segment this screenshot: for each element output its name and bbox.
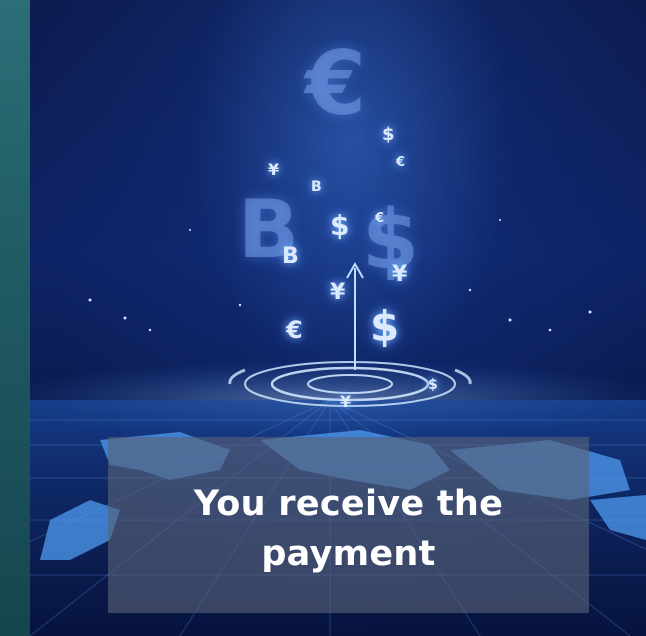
dollar-icon-2: $ [330,209,350,242]
caption-text: You receive the payment [193,484,504,574]
caption-box: You receive the payment [108,437,589,613]
bitcoin-icon-1: B [311,179,322,195]
yen-icon-4: ¥ [340,392,352,411]
dollar-icon-4: $ [428,377,438,393]
yen-icon-3: ¥ [330,280,346,305]
dollar-icon-3: $ [370,302,400,351]
large-euro-icon: € [305,32,367,135]
bitcoin-icon-2: B [282,244,299,269]
upward-arrow [346,261,364,370]
euro-icon-3: € [286,316,303,344]
euro-icon-2: € [375,211,385,226]
yen-icon-2: ¥ [392,262,408,287]
payment-illustration: € B $ $ € ¥ B $ € B ¥ ¥ € $ $ ¥ You rece… [0,0,646,636]
digital-finance-scene: € B $ $ € ¥ B $ € B ¥ ¥ € $ $ ¥ You rece… [30,0,646,636]
euro-icon-1: € [396,155,406,170]
large-dollar-icon: $ [362,193,420,288]
yen-icon-1: ¥ [268,160,280,179]
dollar-icon-1: $ [382,124,395,145]
left-accent-strip [0,0,30,636]
